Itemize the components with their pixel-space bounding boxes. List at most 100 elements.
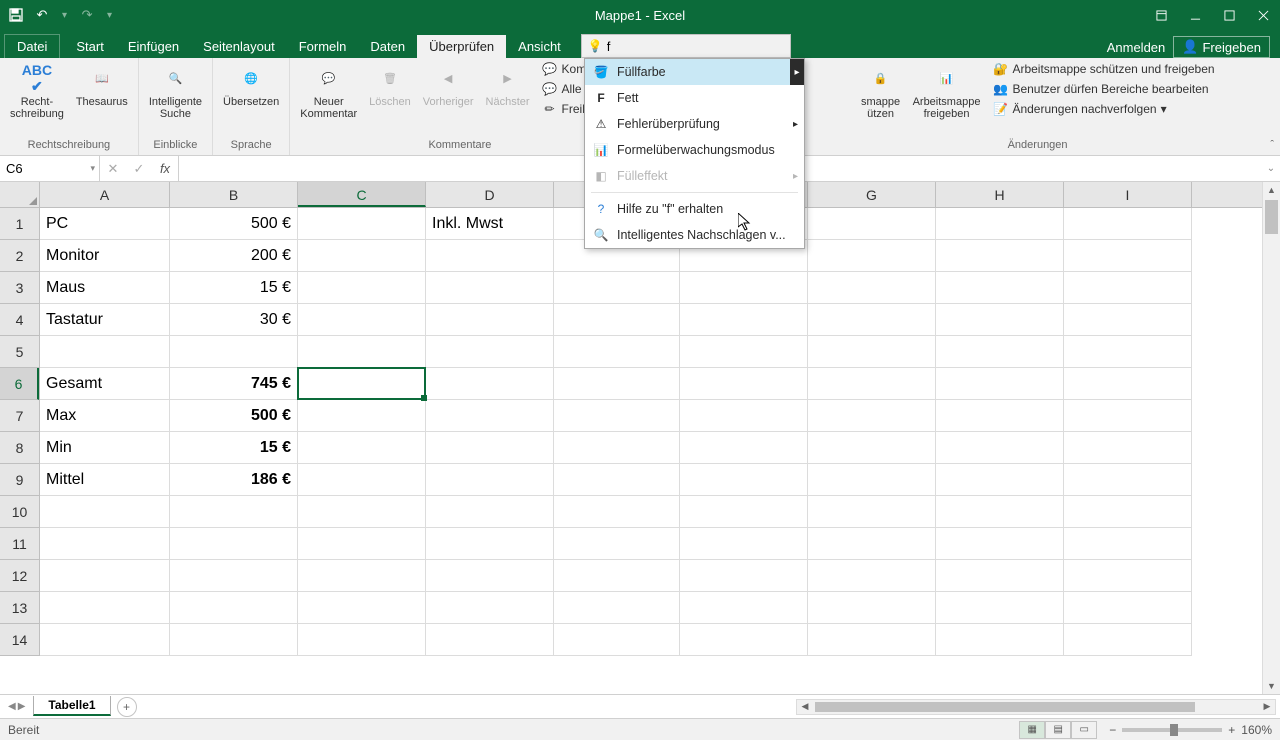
smartlookup-button[interactable]: 🔍Intelligente Suche xyxy=(145,60,206,122)
save-icon[interactable] xyxy=(8,7,24,23)
cell-A1[interactable]: PC xyxy=(40,208,170,240)
cell-G7[interactable] xyxy=(808,400,936,432)
cell-A13[interactable] xyxy=(40,592,170,624)
hscroll-thumb[interactable] xyxy=(815,702,1195,712)
scroll-down-icon[interactable]: ▼ xyxy=(1263,678,1280,694)
cell-E7[interactable] xyxy=(554,400,680,432)
worksheet-grid[interactable]: ABCDEFGHI 1234567891011121314 PC500 €Ink… xyxy=(0,182,1280,694)
cell-G3[interactable] xyxy=(808,272,936,304)
tellme-item-bold[interactable]: F Fett xyxy=(585,85,804,111)
cell-B13[interactable] xyxy=(170,592,298,624)
cell-G9[interactable] xyxy=(808,464,936,496)
cell-C13[interactable] xyxy=(298,592,426,624)
row-header-12[interactable]: 12 xyxy=(0,560,39,592)
row-header-3[interactable]: 3 xyxy=(0,272,39,304)
cell-D1[interactable]: Inkl. Mwst xyxy=(426,208,554,240)
cell-H2[interactable] xyxy=(936,240,1064,272)
cell-H8[interactable] xyxy=(936,432,1064,464)
cell-G2[interactable] xyxy=(808,240,936,272)
cell-D7[interactable] xyxy=(426,400,554,432)
tab-home[interactable]: Start xyxy=(64,35,115,58)
expand-formulabar-icon[interactable]: ⌄ xyxy=(1262,156,1280,181)
signin-link[interactable]: Anmelden xyxy=(1107,40,1166,55)
tab-insert[interactable]: Einfügen xyxy=(116,35,191,58)
cell-D2[interactable] xyxy=(426,240,554,272)
cell-H7[interactable] xyxy=(936,400,1064,432)
cell-F11[interactable] xyxy=(680,528,808,560)
spellcheck-button[interactable]: ABC✔Recht- schreibung xyxy=(6,60,68,122)
cell-A10[interactable] xyxy=(40,496,170,528)
cell-B2[interactable]: 200 € xyxy=(170,240,298,272)
cell-D12[interactable] xyxy=(426,560,554,592)
cell-C6[interactable] xyxy=(298,368,426,400)
tab-layout[interactable]: Seitenlayout xyxy=(191,35,287,58)
ribbon-options-icon[interactable] xyxy=(1144,0,1178,30)
newcomment-button[interactable]: 💬Neuer Kommentar xyxy=(296,60,361,122)
cell-I14[interactable] xyxy=(1064,624,1192,656)
scroll-right-icon[interactable]: ▶ xyxy=(1259,700,1275,714)
row-header-14[interactable]: 14 xyxy=(0,624,39,656)
cell-C5[interactable] xyxy=(298,336,426,368)
tellme-item-help[interactable]: ? Hilfe zu "f" erhalten xyxy=(585,196,804,222)
cell-E11[interactable] xyxy=(554,528,680,560)
cell-E4[interactable] xyxy=(554,304,680,336)
tab-formulas[interactable]: Formeln xyxy=(287,35,359,58)
cell-I3[interactable] xyxy=(1064,272,1192,304)
zoom-value[interactable]: 160% xyxy=(1241,723,1272,737)
cell-B1[interactable]: 500 € xyxy=(170,208,298,240)
cell-H6[interactable] xyxy=(936,368,1064,400)
share-button[interactable]: 👤 Freigeben xyxy=(1173,36,1270,58)
cell-E12[interactable] xyxy=(554,560,680,592)
cell-A5[interactable] xyxy=(40,336,170,368)
cell-D5[interactable] xyxy=(426,336,554,368)
cell-A11[interactable] xyxy=(40,528,170,560)
cell-D3[interactable] xyxy=(426,272,554,304)
cell-A12[interactable] xyxy=(40,560,170,592)
row-header-11[interactable]: 11 xyxy=(0,528,39,560)
row-headers[interactable]: 1234567891011121314 xyxy=(0,208,40,656)
cell-D4[interactable] xyxy=(426,304,554,336)
maximize-icon[interactable] xyxy=(1212,0,1246,30)
tab-view[interactable]: Ansicht xyxy=(506,35,573,58)
cell-E6[interactable] xyxy=(554,368,680,400)
tellme-item-formulaaudit[interactable]: 📊 Formelüberwachungsmodus xyxy=(585,137,804,163)
cell-G12[interactable] xyxy=(808,560,936,592)
tab-review[interactable]: Überprüfen xyxy=(417,35,506,58)
cell-G8[interactable] xyxy=(808,432,936,464)
row-header-8[interactable]: 8 xyxy=(0,432,39,464)
cell-I12[interactable] xyxy=(1064,560,1192,592)
cell-B4[interactable]: 30 € xyxy=(170,304,298,336)
cell-D8[interactable] xyxy=(426,432,554,464)
thesaurus-button[interactable]: 📖Thesaurus xyxy=(72,60,132,110)
cell-C9[interactable] xyxy=(298,464,426,496)
cell-I1[interactable] xyxy=(1064,208,1192,240)
cell-B9[interactable]: 186 € xyxy=(170,464,298,496)
translate-button[interactable]: 🌐Übersetzen xyxy=(219,60,283,110)
col-header-H[interactable]: H xyxy=(936,182,1064,207)
row-header-4[interactable]: 4 xyxy=(0,304,39,336)
cell-G13[interactable] xyxy=(808,592,936,624)
cell-E13[interactable] xyxy=(554,592,680,624)
cell-H4[interactable] xyxy=(936,304,1064,336)
cell-H14[interactable] xyxy=(936,624,1064,656)
cell-I13[interactable] xyxy=(1064,592,1192,624)
cell-G10[interactable] xyxy=(808,496,936,528)
cell-F8[interactable] xyxy=(680,432,808,464)
cell-E8[interactable] xyxy=(554,432,680,464)
tellme-item-errorcheck[interactable]: ⚠ Fehlerüberprüfung ▸ xyxy=(585,111,804,137)
col-header-C[interactable]: C xyxy=(298,182,426,207)
cell-I4[interactable] xyxy=(1064,304,1192,336)
cell-E5[interactable] xyxy=(554,336,680,368)
cell-C4[interactable] xyxy=(298,304,426,336)
cell-G11[interactable] xyxy=(808,528,936,560)
cell-F14[interactable] xyxy=(680,624,808,656)
cell-C11[interactable] xyxy=(298,528,426,560)
minimize-icon[interactable] xyxy=(1178,0,1212,30)
col-header-A[interactable]: A xyxy=(40,182,170,207)
cell-F3[interactable] xyxy=(680,272,808,304)
cell-B11[interactable] xyxy=(170,528,298,560)
row-header-2[interactable]: 2 xyxy=(0,240,39,272)
cell-H1[interactable] xyxy=(936,208,1064,240)
cell-C1[interactable] xyxy=(298,208,426,240)
tellme-input[interactable] xyxy=(607,39,784,54)
